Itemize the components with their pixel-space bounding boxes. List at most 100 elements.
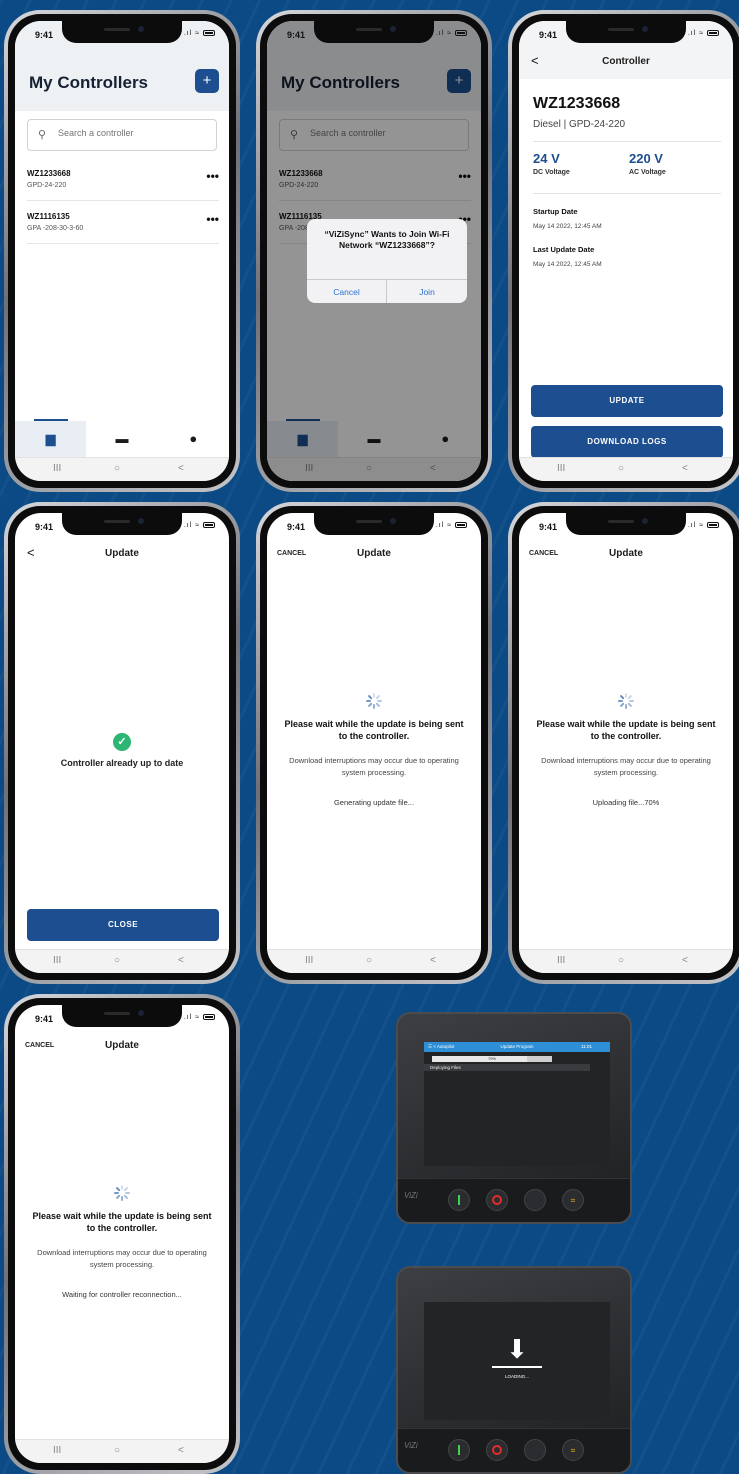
signal-wifi-battery-icon: .ıl ≈	[184, 30, 215, 37]
status-time: 9:41	[35, 1014, 54, 1024]
phone-update-uploading: 9:41 .ıl ≈ CANCEL Update Please wait whi…	[508, 502, 739, 984]
tab-profile[interactable]: ●	[158, 421, 229, 457]
alert-cancel-button[interactable]: Cancel	[307, 279, 387, 303]
recents-icon[interactable]: III	[53, 463, 61, 474]
back-icon[interactable]: <	[430, 955, 436, 966]
network-button[interactable]: ⌗	[562, 1189, 584, 1211]
screen-wifi-alert: 9:41 .ıl ≈ My Controllers + ⚲ WZ1233668 …	[267, 21, 481, 481]
close-button[interactable]: CLOSE	[27, 909, 219, 941]
spinner-icon	[618, 693, 634, 709]
last-update-value: May 14 2022, 12:45 AM	[533, 261, 602, 268]
spinner-tick	[627, 702, 633, 708]
tab-controllers[interactable]: ▆	[15, 419, 87, 457]
wait-message: Please wait while the update is being se…	[536, 719, 716, 741]
cancel-button[interactable]: CANCEL	[25, 1031, 54, 1061]
cancel-button[interactable]: CANCEL	[277, 539, 306, 569]
tab-files[interactable]: ▬	[86, 421, 157, 457]
android-nav-bar: III ○ <	[519, 457, 733, 481]
interruption-note: Download interruptions may occur due to …	[541, 756, 711, 777]
signal-wifi-battery-icon: .ıl ≈	[436, 30, 467, 37]
search-field[interactable]: ⚲	[27, 119, 217, 151]
screen-update-uploading: 9:41 .ıl ≈ CANCEL Update Please wait whi…	[519, 513, 733, 973]
home-icon[interactable]: ○	[114, 955, 120, 966]
cancel-button[interactable]: CANCEL	[529, 539, 558, 569]
update-button[interactable]: UPDATE	[531, 385, 723, 417]
spinner-tick	[625, 704, 627, 709]
download-logs-button[interactable]: DOWNLOAD LOGS	[531, 426, 723, 458]
header: CANCEL Update	[519, 539, 733, 569]
spinner-tick	[629, 700, 634, 702]
spinner-tick	[367, 694, 373, 700]
more-options-icon[interactable]: •••	[206, 169, 219, 183]
page-title: My Controllers	[29, 73, 149, 92]
download-arrow-icon: ⬇	[506, 1334, 528, 1364]
signal-wifi-battery-icon: .ıl ≈	[436, 522, 467, 529]
hardware-controller-updating: ☰ < Autopilot Update Program 11:01 79% D…	[396, 1012, 632, 1224]
recents-icon[interactable]: III	[557, 955, 565, 966]
back-arrow-icon[interactable]: <	[531, 47, 539, 75]
stop-button[interactable]	[486, 1189, 508, 1211]
search-input[interactable]	[58, 128, 198, 138]
back-arrow-icon[interactable]: <	[27, 539, 35, 567]
stop-button[interactable]	[486, 1439, 508, 1461]
header: CANCEL Update	[15, 1031, 229, 1061]
battery-icon	[455, 30, 467, 37]
dc-voltage-label: DC Voltage	[533, 169, 570, 176]
screen-my-controllers: 9:41 .ıl ≈ My Controllers + ⚲ WZ1233668 …	[15, 21, 229, 481]
mode-button[interactable]	[524, 1189, 546, 1211]
back-icon[interactable]: <	[178, 955, 184, 966]
back-icon[interactable]: <	[178, 463, 184, 474]
recents-icon[interactable]: III	[53, 955, 61, 966]
spinner-tick	[114, 1192, 119, 1194]
startup-date-label: Startup Date	[533, 207, 578, 216]
back-icon[interactable]: <	[682, 463, 688, 474]
status-time: 9:41	[539, 522, 558, 532]
alert-join-button[interactable]: Join	[387, 279, 467, 303]
mode-button[interactable]	[524, 1439, 546, 1461]
wifi-join-alert: “ViZiSync” Wants to Join Wi-Fi Network “…	[307, 219, 467, 303]
recents-icon[interactable]: III	[305, 955, 313, 966]
recents-icon[interactable]: III	[557, 463, 565, 474]
home-icon[interactable]: ○	[618, 463, 624, 474]
back-icon[interactable]: <	[682, 955, 688, 966]
more-options-icon[interactable]: •••	[206, 212, 219, 226]
device-title-bar: ☰ < Autopilot Update Program 11:01	[424, 1042, 610, 1052]
spinner-tick	[627, 694, 633, 700]
wait-message: Please wait while the update is being se…	[284, 719, 464, 741]
recents-icon[interactable]: III	[53, 1445, 61, 1456]
add-controller-button[interactable]: +	[195, 69, 219, 93]
android-nav-bar: III ○ <	[15, 457, 229, 481]
progress-status: Uploading file...70%	[592, 798, 660, 807]
controller-name: WZ1116135	[27, 212, 70, 221]
back-icon[interactable]: <	[178, 1445, 184, 1456]
deploying-files-label: Deploying Files	[424, 1064, 590, 1071]
network-button[interactable]: ⌗	[562, 1439, 584, 1461]
battery-icon	[707, 30, 719, 37]
spinner-tick	[373, 704, 375, 709]
start-button[interactable]	[448, 1439, 470, 1461]
download-line	[492, 1366, 542, 1368]
home-icon[interactable]: ○	[366, 955, 372, 966]
startup-date-value: May 14 2022, 12:45 AM	[533, 223, 602, 230]
header: < Update	[15, 539, 229, 569]
phone-wifi-alert: 9:41 .ıl ≈ My Controllers + ⚲ WZ1233668 …	[256, 10, 492, 492]
header-title: Controller	[602, 56, 650, 67]
status-time: 9:41	[35, 522, 54, 532]
battery-icon	[203, 522, 215, 529]
device-progress-text: 79%	[487, 1056, 496, 1061]
device-button-panel: ViZi ⌗	[398, 1178, 630, 1222]
home-icon[interactable]: ○	[114, 463, 120, 474]
tab-bar: ▆ ▬ ●	[15, 419, 229, 457]
battery-icon	[455, 522, 467, 529]
device-clock: 11:01	[581, 1044, 592, 1049]
status-time: 9:41	[287, 522, 306, 532]
controller-list-item[interactable]: WZ1116135 GPA -208-30-3-60 •••	[27, 202, 219, 244]
device-progress-fill	[432, 1056, 527, 1062]
interruption-note: Download interruptions may occur due to …	[289, 756, 459, 777]
home-icon[interactable]: ○	[618, 955, 624, 966]
start-button[interactable]	[448, 1189, 470, 1211]
screen-controller-detail: 9:41 .ıl ≈ < Controller WZ1233668 Diesel…	[519, 21, 733, 481]
header: CANCEL Update	[267, 539, 481, 569]
home-icon[interactable]: ○	[114, 1445, 120, 1456]
controller-list-item[interactable]: WZ1233668 GPD-24-220 •••	[27, 159, 219, 201]
